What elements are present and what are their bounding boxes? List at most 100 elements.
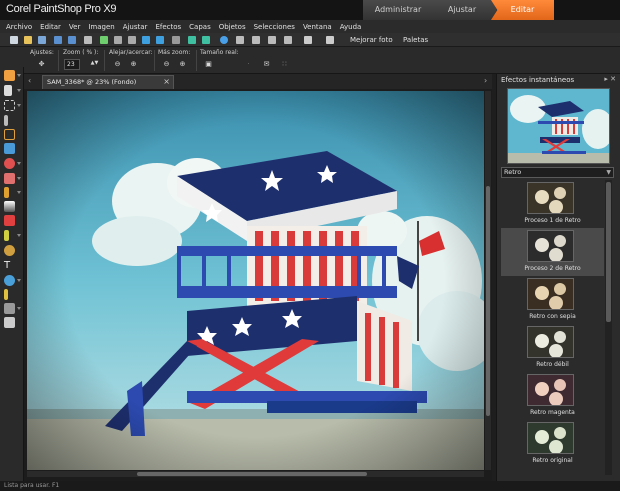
history-icon[interactable] (172, 36, 180, 44)
tool-flyout-icon[interactable] (17, 279, 21, 282)
effect-item[interactable]: Retro con sepia (501, 276, 604, 324)
panel-title: Efectos instantáneos (501, 76, 575, 84)
tool-flyout-icon[interactable] (17, 177, 21, 180)
zoom-more-in-icon[interactable]: ⊕ (178, 60, 187, 68)
enhance-photo-icon[interactable] (326, 36, 334, 44)
menu-selecciones[interactable]: Selecciones (254, 23, 295, 31)
actual-size-icon[interactable]: ▣ (204, 60, 213, 68)
dropper-tool-icon[interactable] (4, 115, 8, 126)
clone-tool-icon[interactable] (4, 317, 15, 328)
effect-item[interactable]: Proceso 1 de Retro (501, 180, 604, 228)
rotate-right-icon[interactable] (202, 36, 210, 44)
presets-picker-icon[interactable]: ✥ (37, 60, 46, 68)
effect-category-select[interactable]: Retro ▼ (501, 167, 614, 178)
red-eye-tool-icon[interactable] (4, 158, 15, 169)
enhance-photo-dropdown[interactable]: Mejorar foto (350, 36, 393, 44)
effect-item[interactable]: Proceso 2 de Retro (501, 228, 604, 276)
open-folder-icon[interactable] (24, 36, 32, 44)
makeover-tool-icon[interactable] (4, 173, 15, 184)
zoom-more-out-icon[interactable]: ⊖ (162, 60, 171, 68)
gradient-tool-icon[interactable] (4, 201, 15, 212)
rotate-left-icon[interactable] (188, 36, 196, 44)
shape-tool-icon[interactable] (4, 275, 15, 286)
vertical-scrollbar[interactable] (485, 91, 491, 470)
menu-ayuda[interactable]: Ayuda (340, 23, 362, 31)
tool-flyout-icon[interactable] (17, 74, 21, 77)
photo-image[interactable] (27, 91, 484, 470)
save-as-icon[interactable] (68, 36, 76, 44)
pencil-tool-icon[interactable] (4, 289, 8, 300)
document-tab[interactable]: SAM_3368* @ 23% (Fondo) × (42, 75, 174, 89)
menu-editar[interactable]: Editar (40, 23, 61, 31)
vertical-scroll-thumb[interactable] (486, 186, 490, 416)
menu-imagen[interactable]: Imagen (88, 23, 114, 31)
tab-administrar[interactable]: Administrar (363, 0, 433, 20)
zoom-out-toolbar-icon[interactable] (284, 36, 292, 44)
close-icon[interactable]: × (163, 76, 170, 88)
new-file-icon[interactable] (10, 36, 18, 44)
zoom-out-icon[interactable]: ⊖ (113, 60, 122, 68)
tool-flyout-icon[interactable] (17, 191, 21, 194)
mail-icon[interactable]: ✉ (262, 60, 271, 68)
menu-efectos[interactable]: Efectos (155, 23, 181, 31)
menu-archivo[interactable]: Archivo (6, 23, 32, 31)
image-size-icon[interactable] (236, 36, 244, 44)
canvas-area[interactable] (24, 89, 492, 481)
menu-objetos[interactable]: Objetos (219, 23, 246, 31)
effect-preview-thumbnail (507, 88, 610, 164)
effect-label: Retro original (532, 457, 573, 464)
palettes-dropdown[interactable]: Paletas (403, 36, 428, 44)
tab-editar[interactable]: Editar (491, 0, 554, 20)
straighten-tool-icon[interactable] (4, 143, 15, 154)
panel-menu-icon[interactable]: ▸ ✕ (604, 75, 616, 83)
tool-flyout-icon[interactable] (17, 89, 21, 92)
fit-window-icon[interactable] (252, 36, 260, 44)
option-dot-icon[interactable]: · (244, 60, 253, 68)
tab-ajustar[interactable]: Ajustar (427, 0, 497, 20)
redo-icon[interactable] (156, 36, 164, 44)
zoom-in-icon[interactable]: ⊕ (129, 60, 138, 68)
copy-icon[interactable] (128, 36, 136, 44)
menu-ventana[interactable]: Ventana (303, 23, 332, 31)
share-icon[interactable] (100, 36, 108, 44)
pick-tool-icon[interactable] (4, 85, 12, 96)
menu-ver[interactable]: Ver (69, 23, 80, 31)
effect-item[interactable]: Retro original (501, 420, 604, 468)
menu-ajustar[interactable]: Ajustar (123, 23, 148, 31)
pen-tool-icon[interactable] (4, 230, 9, 241)
zoom-field[interactable] (64, 59, 80, 70)
chevron-left-icon[interactable]: ‹ (28, 76, 31, 85)
chevron-right-icon[interactable]: › (484, 76, 487, 85)
menu-capas[interactable]: Capas (189, 23, 211, 31)
tool-flyout-icon[interactable] (17, 162, 21, 165)
save-icon[interactable] (54, 36, 62, 44)
actual-size-label: Tamaño real: (200, 49, 239, 56)
selection-tool-icon[interactable] (4, 100, 15, 111)
crop-tool-icon[interactable] (4, 129, 15, 140)
print-icon[interactable] (84, 36, 92, 44)
zoom-spinner-icon[interactable]: ▲▼ (90, 59, 99, 67)
panel-scrollbar[interactable] (605, 180, 612, 475)
tool-flyout-icon[interactable] (17, 104, 21, 107)
pan-tool-icon[interactable] (4, 70, 15, 81)
text-tool-icon[interactable]: T (4, 260, 15, 271)
tool-flyout-icon[interactable] (17, 307, 21, 310)
info-icon[interactable] (220, 36, 228, 44)
brush-tool-icon[interactable] (4, 187, 9, 198)
cut-icon[interactable] (114, 36, 122, 44)
effect-item[interactable]: Retro débil (501, 324, 604, 372)
option-grid-icon[interactable]: ∷ (280, 60, 289, 68)
undo-icon[interactable] (142, 36, 150, 44)
browse-icon[interactable] (38, 36, 46, 44)
warp-tool-icon[interactable] (4, 303, 15, 314)
fill-tool-icon[interactable] (4, 245, 15, 256)
eraser-tool-icon[interactable] (4, 215, 15, 226)
horizontal-scrollbar[interactable] (27, 471, 484, 477)
effect-label: Proceso 2 de Retro (524, 265, 581, 272)
effect-item[interactable]: Retro magenta (501, 372, 604, 420)
tool-flyout-icon[interactable] (17, 234, 21, 237)
horizontal-scroll-thumb[interactable] (137, 472, 367, 476)
zoom-in-toolbar-icon[interactable] (268, 36, 276, 44)
panel-scroll-thumb[interactable] (606, 182, 611, 322)
screen-mode-icon[interactable] (304, 36, 312, 44)
